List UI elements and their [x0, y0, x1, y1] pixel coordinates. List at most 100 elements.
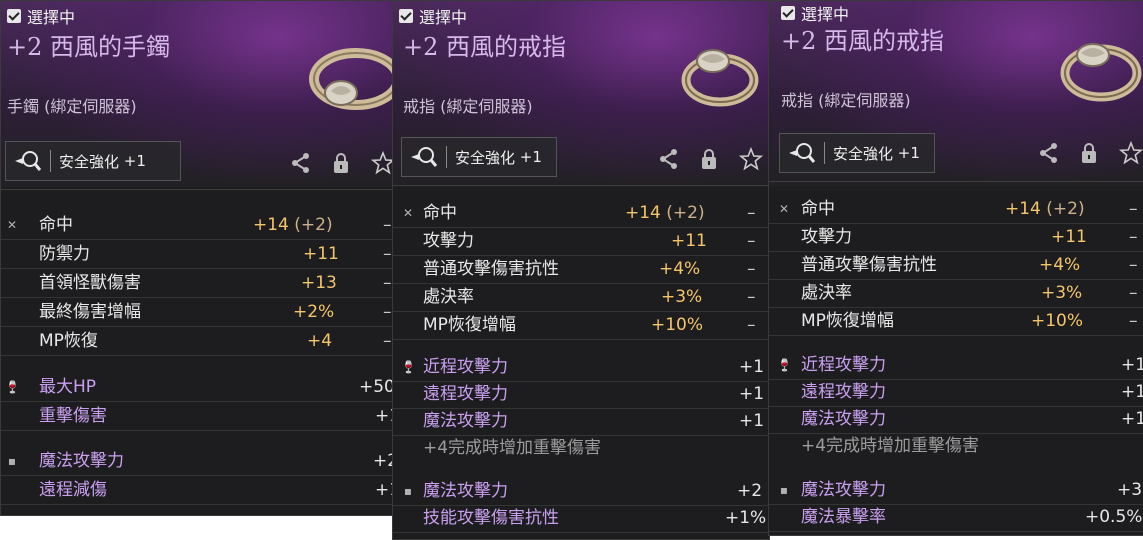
selected-indicator[interactable]: 選擇中: [399, 4, 467, 28]
stat-label: 最終傷害增幅: [39, 302, 141, 322]
stat-row: 攻擊力 +11 –: [769, 223, 1143, 252]
item-tooltip-ring: 選擇中 +2 西風的戒指 戒指 (綁定伺服器) 安全強化 +1 ✕ 命中 +14…: [392, 0, 770, 540]
book-icon: ▪: [403, 484, 413, 498]
stat-value: +11: [303, 244, 339, 264]
stat-row: MP恢復增幅 +10% –: [393, 311, 769, 340]
bonus-label: 近程攻擊力: [423, 357, 508, 377]
bonus-row: 🍷 近程攻擊力 +1: [769, 351, 1143, 380]
bonus-row: 魔法攻擊力 +1: [769, 405, 1143, 434]
stat-label: 首領怪獸傷害: [39, 273, 141, 293]
stat-row: ✕ 命中 +14 (+2) –: [769, 195, 1143, 224]
stat-dash: –: [747, 203, 756, 223]
bonus-value: +1: [739, 357, 765, 377]
item-title: +2 西風的戒指: [781, 27, 945, 55]
bonus-value: +50: [359, 377, 395, 397]
bonus-label: 魔法攻擊力: [423, 481, 508, 501]
stat-row: 處決率 +3% –: [769, 279, 1143, 308]
stat-label: 攻擊力: [801, 227, 852, 247]
stat-value: +4%: [659, 259, 701, 279]
bonus-label: 遠程攻擊力: [801, 382, 886, 402]
stat-label: 處決率: [423, 287, 474, 307]
share-icon[interactable]: [291, 152, 311, 174]
stat-value: +11: [671, 231, 707, 251]
bonus-label: 魔法攻擊力: [423, 411, 508, 431]
stat-dash: –: [383, 215, 392, 235]
checkbox-checked-icon[interactable]: [781, 6, 795, 20]
stat-dash: –: [1129, 227, 1138, 247]
stat-dash: –: [1129, 199, 1138, 219]
magnifier-icon: [780, 134, 824, 172]
stat-row: MP恢復 +4 –: [1, 327, 397, 356]
stat-value: +14 (+2): [1005, 199, 1085, 219]
enhance-value: +1: [123, 152, 146, 170]
stat-label: 處決率: [801, 283, 852, 303]
bonus-label: 魔法暴擊率: [801, 507, 886, 527]
bonus-value: +3: [1117, 480, 1143, 500]
bonus-label: 魔法攻擊力: [39, 451, 124, 471]
item-tooltip-ring: 選擇中 +2 西風的戒指 戒指 (綁定伺服器) 安全強化 +1 ✕ 命中 +14…: [768, 0, 1143, 536]
star-icon[interactable]: [739, 147, 763, 171]
stat-value: +4: [307, 331, 333, 351]
bonus-row: ▪ 魔法攻擊力 +2: [1, 447, 397, 476]
stat-value: +11: [1051, 227, 1087, 247]
safe-enhance-button[interactable]: 安全強化 +1: [779, 133, 935, 173]
bonus-label: 魔法攻擊力: [801, 480, 886, 500]
share-icon[interactable]: [659, 148, 679, 170]
checkbox-checked-icon[interactable]: [7, 9, 21, 23]
item-subtitle: 戒指 (綁定伺服器): [781, 91, 911, 110]
bonus-row: 魔法攻擊力 +1: [393, 407, 769, 436]
magnifier-icon: [6, 142, 50, 180]
stat-row: 首領怪獸傷害 +13 –: [1, 269, 397, 298]
stat-label: 命中: [801, 199, 835, 219]
stat-dash: –: [1129, 311, 1138, 331]
enhance-label: 安全強化: [833, 144, 894, 163]
goblet-icon: 🍷: [777, 358, 792, 372]
stat-dash: –: [747, 287, 756, 307]
stat-value: +14 (+2): [253, 215, 333, 235]
bonus-row: 🍷 近程攻擊力 +1: [393, 353, 769, 382]
lock-icon[interactable]: [701, 148, 717, 170]
bonus-row: 遠程減傷 +1: [1, 476, 397, 505]
stat-dash: –: [747, 259, 756, 279]
stat-row: 普通攻擊傷害抗性 +4% –: [393, 255, 769, 284]
stat-value: +13: [301, 273, 337, 293]
stat-value: +10%: [1031, 311, 1084, 331]
star-icon[interactable]: [1119, 141, 1143, 165]
item-subtitle: 手鐲 (綁定伺服器): [7, 97, 137, 116]
bonus-label: 近程攻擊力: [801, 355, 886, 375]
safe-enhance-button[interactable]: 安全強化 +1: [401, 137, 557, 177]
lock-icon[interactable]: [1081, 142, 1097, 164]
stat-row: 攻擊力 +11 –: [393, 227, 769, 256]
book-icon: ▪: [779, 483, 789, 497]
stat-row: 防禦力 +11 –: [1, 240, 397, 269]
stat-dash: –: [1129, 283, 1138, 303]
enhance-value: +1: [519, 148, 542, 166]
stat-row: 普通攻擊傷害抗性 +4% –: [769, 251, 1143, 280]
crossed-swords-icon: ✕: [778, 202, 790, 216]
safe-enhance-button[interactable]: 安全強化 +1: [5, 141, 181, 181]
stat-row: MP恢復增幅 +10% –: [769, 307, 1143, 336]
stat-label: 防禦力: [39, 244, 90, 264]
bonus-row: ▪ 魔法攻擊力 +2: [393, 477, 769, 506]
bonus-note: +4完成時增加重擊傷害: [423, 438, 602, 458]
stat-value: +2%: [293, 302, 335, 322]
stat-row: ✕ 命中 +14 (+2) –: [393, 199, 769, 228]
stat-value: +3%: [1041, 283, 1083, 303]
crossed-swords-icon: ✕: [402, 206, 414, 220]
selected-label: 選擇中: [27, 8, 76, 27]
bonus-value: +2: [737, 481, 763, 501]
stat-row: 處決率 +3% –: [393, 283, 769, 312]
ring-item-icon: [681, 49, 759, 107]
lock-icon[interactable]: [333, 152, 349, 174]
selected-indicator[interactable]: 選擇中: [7, 4, 75, 28]
item-title: +2 西風的戒指: [403, 33, 567, 61]
stat-label: 攻擊力: [423, 231, 474, 251]
stat-label: MP恢復: [39, 331, 98, 351]
stat-dash: –: [383, 244, 392, 264]
stat-value: +3%: [661, 287, 703, 307]
bonus-value: +1: [1121, 382, 1143, 402]
share-icon[interactable]: [1039, 142, 1059, 164]
enhance-label: 安全強化: [455, 148, 516, 167]
stat-dash: –: [1129, 255, 1138, 275]
checkbox-checked-icon[interactable]: [399, 9, 413, 23]
